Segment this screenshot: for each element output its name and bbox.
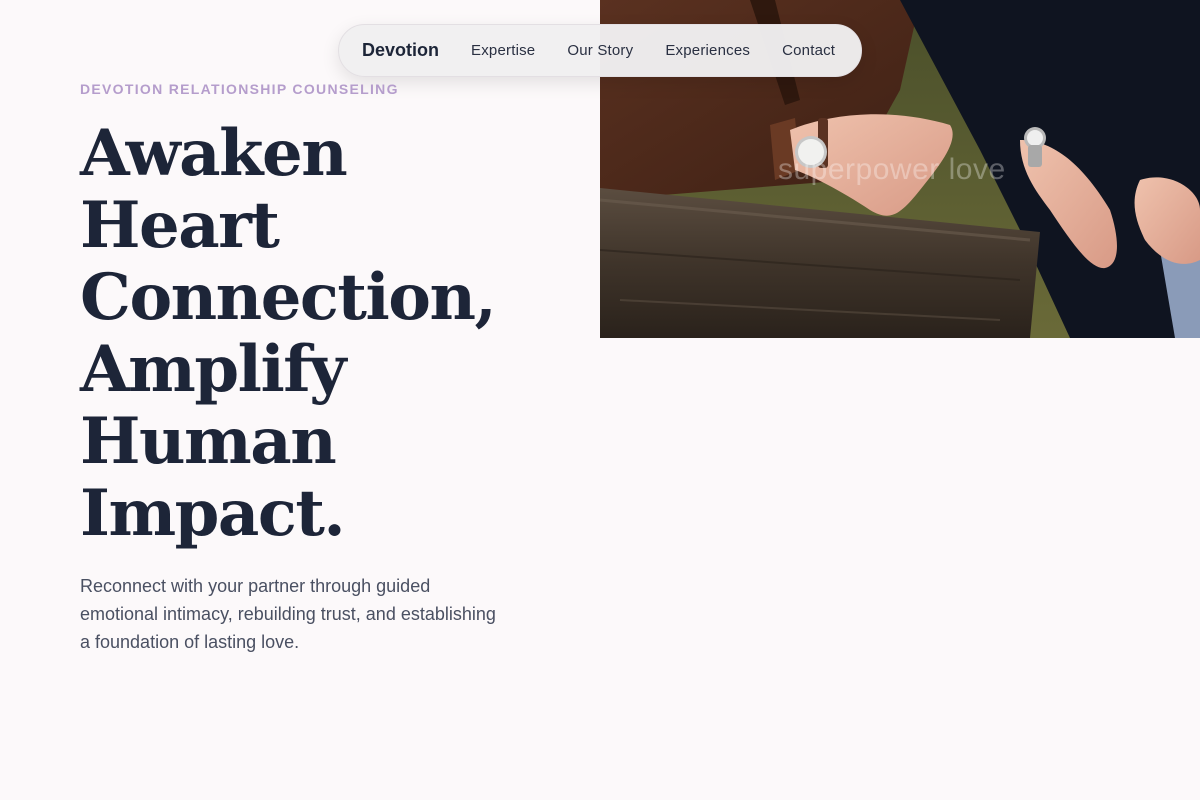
hero-eyebrow: DEVOTION RELATIONSHIP COUNSELING — [80, 81, 399, 97]
hero-lead-paragraph: Reconnect with your partner through guid… — [80, 576, 496, 652]
nav-link-experiences[interactable]: Experiences — [665, 42, 750, 59]
nav-link-contact[interactable]: Contact — [782, 42, 835, 59]
headline-line: Amplify — [80, 332, 346, 407]
image-overlay-text: superpower love — [778, 153, 1006, 186]
nav-link-expertise[interactable]: Expertise — [471, 42, 535, 59]
nav-link-our-story[interactable]: Our Story — [567, 42, 633, 59]
headline-line: Heart — [80, 188, 280, 263]
brand-logo-link[interactable]: Devotion — [362, 40, 439, 61]
headline-line: Impact. — [80, 476, 346, 551]
headline-line: Connection, — [80, 260, 497, 335]
headline-line: Human — [80, 404, 337, 479]
top-navigation: Devotion Expertise Our Story Experiences… — [338, 24, 862, 77]
headline-line: Awaken — [80, 116, 348, 191]
hero-headline: Awaken Heart Connection, Amplify Human I… — [80, 118, 580, 550]
